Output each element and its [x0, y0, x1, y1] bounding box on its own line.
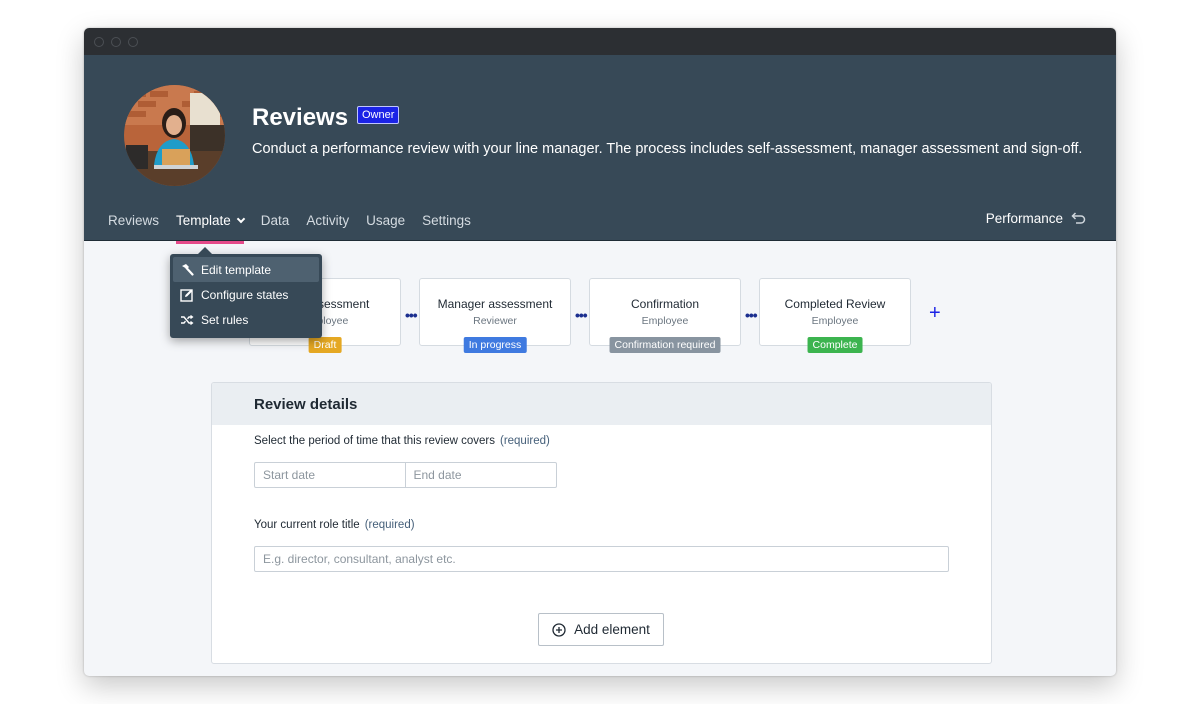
stage-card-confirmation[interactable]: Confirmation Employee Confirmation requi…	[589, 278, 741, 353]
stage-role: Employee	[641, 315, 689, 327]
stage-connector-icon: •••	[575, 307, 588, 323]
tab-label: Data	[260, 213, 290, 228]
owner-badge: Owner	[357, 106, 400, 124]
template-dropdown-menu: Edit template Configure states Set rules	[170, 247, 322, 338]
minimize-window-icon[interactable]	[111, 37, 121, 47]
status-badge: Draft	[308, 337, 342, 353]
tab-data[interactable]: Data	[261, 213, 290, 241]
tab-label: Activity	[306, 213, 350, 228]
undo-arrow-icon	[1071, 212, 1086, 224]
add-element-button[interactable]: Add element	[538, 613, 664, 646]
app-avatar	[124, 85, 225, 186]
app-header: Reviews Owner Conduct a performance revi…	[84, 55, 1116, 244]
close-window-icon[interactable]	[94, 37, 104, 47]
end-date-input[interactable]	[405, 463, 556, 487]
required-indicator: (required)	[499, 435, 550, 447]
plus-circle-icon	[552, 622, 566, 637]
tab-activity[interactable]: Activity	[306, 213, 349, 241]
start-date-input[interactable]	[255, 463, 406, 487]
hammer-icon	[182, 263, 194, 276]
tab-reviews[interactable]: Reviews	[108, 213, 159, 241]
stage-name: Manager assessment	[437, 297, 553, 311]
maximize-window-icon[interactable]	[128, 37, 138, 47]
stage-name: Completed Review	[784, 297, 886, 311]
stage-connector-icon: •••	[405, 307, 418, 323]
stage-role: Employee	[811, 315, 859, 327]
role-title-input[interactable]	[254, 546, 949, 572]
stage-card-completed-review[interactable]: Completed Review Employee Complete	[759, 278, 911, 353]
edit-square-icon	[180, 288, 193, 302]
role-title-field-label: Your current role title (required)	[254, 519, 415, 531]
menu-item-configure-states[interactable]: Configure states	[173, 282, 319, 307]
performance-label: Performance	[985, 211, 1063, 226]
tab-template[interactable]: Template	[176, 213, 246, 244]
menu-item-set-rules[interactable]: Set rules	[173, 307, 319, 332]
app-window: Reviews Owner Conduct a performance revi…	[84, 28, 1116, 676]
menu-item-label: Set rules	[201, 312, 249, 327]
stage-connector-icon: •••	[745, 307, 758, 323]
tab-settings[interactable]: Settings	[422, 213, 471, 241]
menu-item-label: Configure states	[201, 287, 289, 302]
shuffle-icon	[181, 314, 194, 325]
tab-label: Template	[176, 213, 231, 228]
stage-card-manager-assessment[interactable]: Manager assessment Reviewer In progress	[419, 278, 571, 353]
add-element-label: Add element	[574, 622, 650, 637]
status-badge: Confirmation required	[609, 337, 721, 353]
stage-name: Confirmation	[630, 297, 700, 311]
required-indicator: (required)	[364, 519, 415, 531]
tab-label: Usage	[366, 213, 406, 228]
stage-role: Reviewer	[473, 315, 517, 327]
performance-link[interactable]: Performance	[986, 211, 1086, 226]
tab-usage[interactable]: Usage	[366, 213, 405, 241]
tab-label: Settings	[422, 213, 471, 228]
menu-item-edit-template[interactable]: Edit template	[173, 257, 319, 282]
role-title-label-text: Your current role title	[254, 519, 360, 531]
review-details-section: Review details Select the period of time…	[211, 382, 992, 664]
add-stage-plus-icon[interactable]: +	[929, 302, 941, 325]
page-title: Reviews	[252, 104, 349, 131]
period-label-text: Select the period of time that this revi…	[254, 435, 495, 447]
window-titlebar	[84, 28, 1116, 55]
date-range-picker	[254, 462, 557, 488]
section-title: Review details	[212, 383, 991, 425]
chevron-down-icon	[236, 214, 246, 224]
menu-item-label: Edit template	[201, 262, 272, 277]
tab-bar: Reviews Template Data Activity Usage Set…	[108, 213, 488, 244]
status-badge: Complete	[807, 337, 863, 353]
period-field-label: Select the period of time that this revi…	[254, 435, 550, 447]
tab-label: Reviews	[108, 213, 160, 228]
page-description: Conduct a performance review with your l…	[252, 141, 1083, 157]
status-badge: In progress	[463, 337, 527, 353]
